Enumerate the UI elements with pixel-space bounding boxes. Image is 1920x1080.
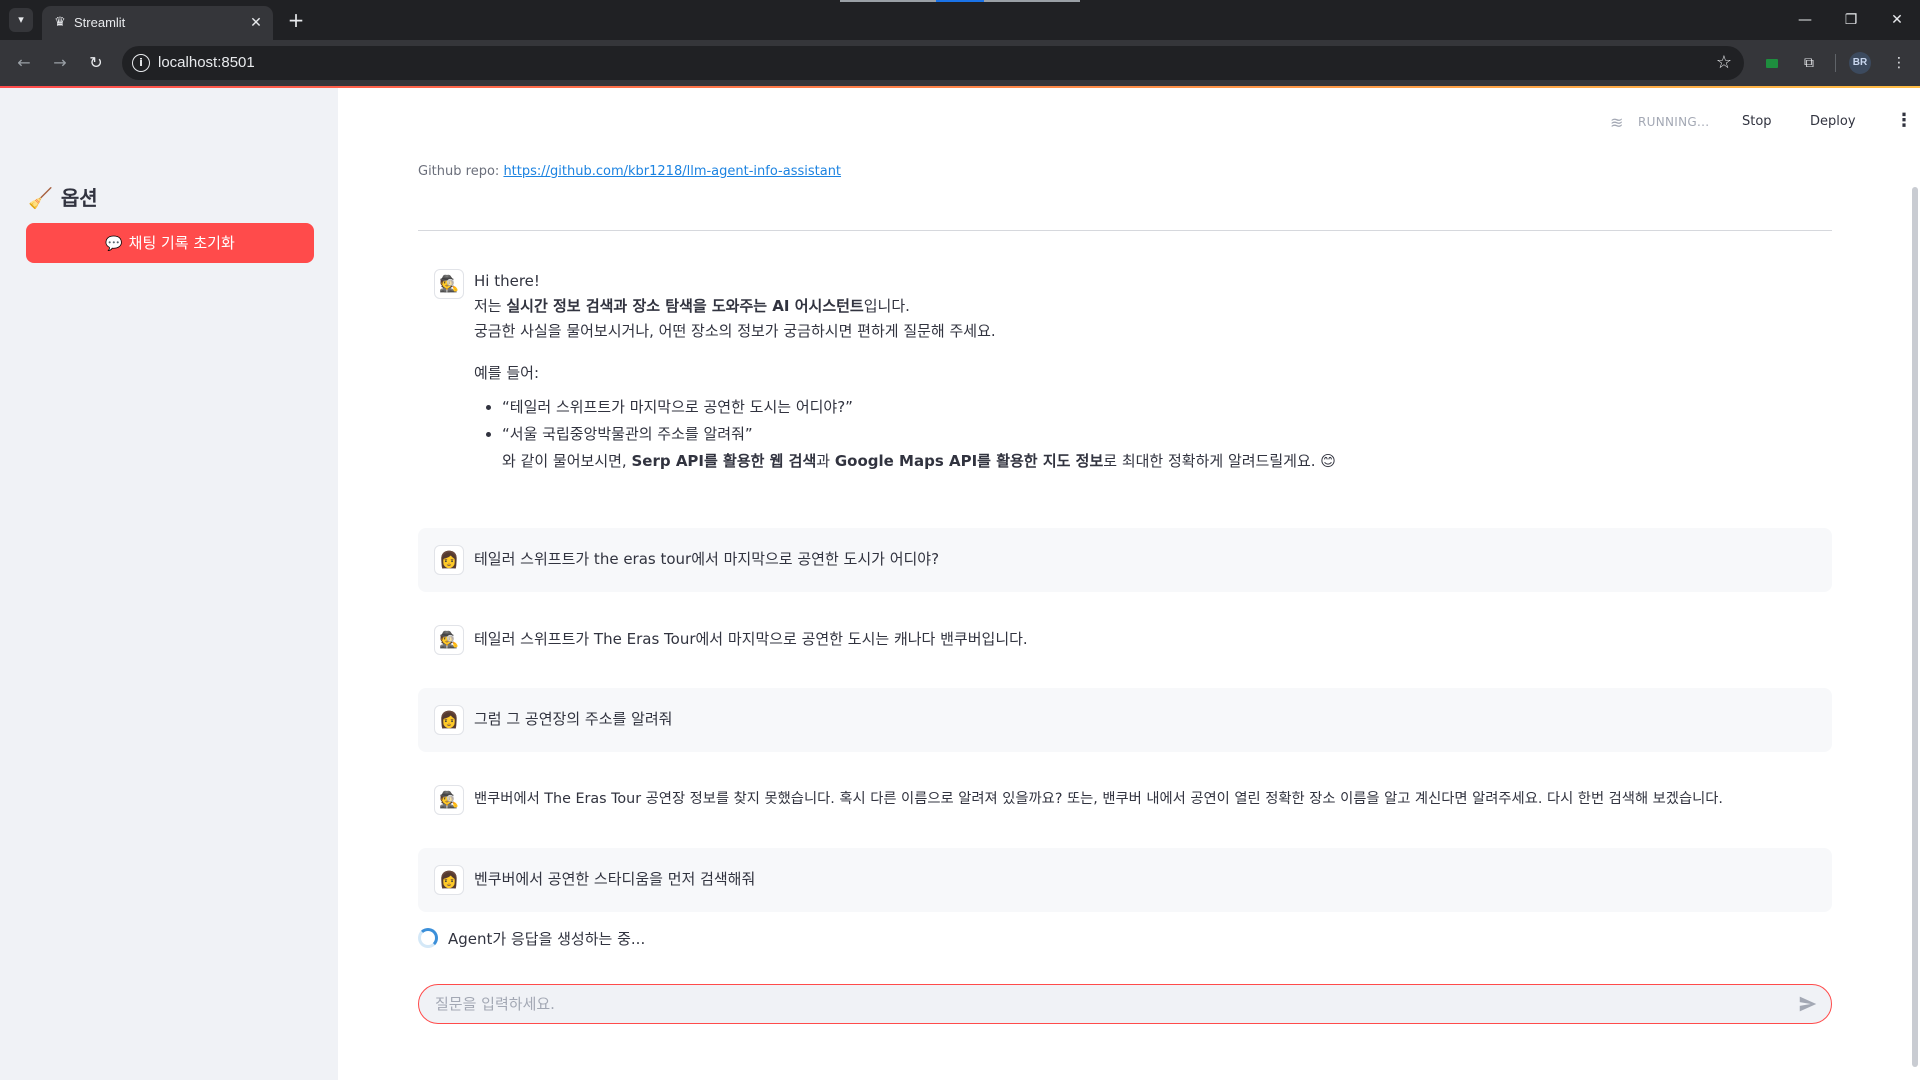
repo-caption: Github repo: https://github.com/kbr1218/… xyxy=(418,164,841,179)
woman-icon: 👩 xyxy=(434,545,464,575)
url-text: localhost:8501 xyxy=(158,54,255,71)
browser-tab[interactable]: ♛ Streamlit ✕ xyxy=(42,6,273,40)
chat-input[interactable] xyxy=(435,993,1765,1015)
bookmark-star-icon[interactable]: ☆ xyxy=(1716,52,1732,73)
extension-flag-icon[interactable] xyxy=(1766,59,1778,68)
message-content: Hi there! 저는 실시간 정보 검색과 장소 탐색을 도와주는 AI 어… xyxy=(474,269,1814,475)
sidebar-header-label: 옵션 xyxy=(60,186,98,210)
app-header: ≋ RUNNING... Stop Deploy ⋮ xyxy=(1520,88,1920,160)
sidebar: 🧹 옵션 💬 채팅 기록 초기화 xyxy=(0,88,338,1080)
message-text: 그럼 그 공연장의 주소를 알려줘 xyxy=(474,710,673,728)
tab-search-button[interactable]: ▾ xyxy=(9,8,33,32)
toolbar-divider xyxy=(1835,54,1836,72)
main-scrollbar[interactable] xyxy=(1912,187,1918,1067)
site-info-icon[interactable]: i xyxy=(132,54,150,72)
stop-button[interactable]: Stop xyxy=(1742,114,1772,129)
restore-icon[interactable]: ❐ xyxy=(1836,8,1866,32)
woman-icon: 👩 xyxy=(434,705,464,735)
detective-icon: 🕵 xyxy=(434,625,464,655)
tab-close-icon[interactable]: ✕ xyxy=(247,14,265,32)
intro-outro: 와 같이 물어보시면, Serp API를 활용한 웹 검색과 Google M… xyxy=(502,452,1336,470)
speech-balloon-icon: 💬 xyxy=(105,236,123,252)
extensions-puzzle-icon[interactable]: ⧉ xyxy=(1798,52,1820,74)
browser-tab-bar: ▾ ♛ Streamlit ✕ + — ❐ ✕ xyxy=(0,0,1920,40)
intro-line-1: 저는 실시간 정보 검색과 장소 탐색을 도와주는 AI 어시스턴트입니다. xyxy=(474,297,910,315)
running-swimmer-icon: ≋ xyxy=(1610,113,1624,132)
send-icon[interactable] xyxy=(1797,993,1819,1015)
example-item: “서울 국립중앙박물관의 주소를 알려줘” 와 같이 물어보시면, Serp A… xyxy=(502,421,1814,475)
reset-chat-button[interactable]: 💬 채팅 기록 초기화 xyxy=(26,223,314,263)
window-drag-indicator xyxy=(840,0,1080,2)
sidebar-header: 🧹 옵션 xyxy=(28,182,98,211)
chat-message-user: 👩 테일러 스위프트가 the eras tour에서 마지막으로 공연한 도시… xyxy=(418,528,1832,592)
example-item: “테일러 스위프트가 마지막으로 공연한 도시는 어디야?” xyxy=(502,394,1814,421)
browser-toolbar: ← → ↻ i localhost:8501 ☆ ⧉ BR ⋮ xyxy=(0,40,1920,86)
deploy-button[interactable]: Deploy xyxy=(1810,114,1856,129)
repo-label: Github repo: xyxy=(418,164,500,179)
main-menu-icon[interactable]: ⋮ xyxy=(1894,108,1914,134)
chat-message-user: 👩 벤쿠버에서 공연한 스타디움을 먼저 검색해줘 xyxy=(418,848,1832,912)
chat-message-assistant: 🕵 밴쿠버에서 The Eras Tour 공연장 정보를 찾지 못했습니다. … xyxy=(418,768,1832,832)
minimize-icon[interactable]: — xyxy=(1790,8,1820,32)
chat-message-user: 👩 그럼 그 공연장의 주소를 알려줘 xyxy=(418,688,1832,752)
close-window-icon[interactable]: ✕ xyxy=(1882,8,1912,32)
reload-icon[interactable]: ↻ xyxy=(84,51,108,75)
intro-line-2: 궁금한 사실을 물어보시거나, 어떤 장소의 정보가 궁금하시면 편하게 질문해… xyxy=(474,322,996,340)
browser-menu-icon[interactable]: ⋮ xyxy=(1888,52,1910,74)
examples-list: “테일러 스위프트가 마지막으로 공연한 도시는 어디야?” “서울 국립중앙박… xyxy=(474,394,1814,475)
chat-message-assistant: 🕵 테일러 스위프트가 The Eras Tour에서 마지막으로 공연한 도시… xyxy=(418,608,1832,672)
repo-link[interactable]: https://github.com/kbr1218/llm-agent-inf… xyxy=(503,164,841,179)
chat-input-container[interactable] xyxy=(418,984,1832,1024)
forward-icon[interactable]: → xyxy=(48,51,72,75)
reset-chat-label: 채팅 기록 초기화 xyxy=(128,234,235,252)
examples-label: 예를 들어: xyxy=(474,364,540,382)
message-text: 테일러 스위프트가 the eras tour에서 마지막으로 공연한 도시가 … xyxy=(474,550,940,568)
back-icon[interactable]: ← xyxy=(12,51,36,75)
address-bar[interactable]: i localhost:8501 ☆ xyxy=(122,46,1744,80)
broom-icon: 🧹 xyxy=(28,186,53,210)
profile-avatar[interactable]: BR xyxy=(1849,52,1871,74)
new-tab-icon[interactable]: + xyxy=(284,8,308,32)
detective-icon: 🕵 xyxy=(434,785,464,815)
streamlit-favicon-icon: ♛ xyxy=(54,15,66,30)
loading-spinner-icon xyxy=(418,928,438,948)
message-text: 밴쿠버에서 The Eras Tour 공연장 정보를 찾지 못했습니다. 혹시… xyxy=(474,791,1723,807)
message-text: 벤쿠버에서 공연한 스타디움을 먼저 검색해줘 xyxy=(474,870,756,888)
message-text: 테일러 스위프트가 The Eras Tour에서 마지막으로 공연한 도시는 … xyxy=(474,630,1028,648)
divider xyxy=(418,230,1832,231)
greeting-text: Hi there! xyxy=(474,272,540,290)
spinner-text: Agent가 응답을 생성하는 중... xyxy=(448,930,646,948)
main-content: ≋ RUNNING... Stop Deploy ⋮ Github repo: … xyxy=(338,88,1920,1080)
tab-title: Streamlit xyxy=(74,15,126,30)
woman-icon: 👩 xyxy=(434,865,464,895)
detective-icon: 🕵 xyxy=(434,269,464,299)
running-status: RUNNING... xyxy=(1638,115,1710,129)
